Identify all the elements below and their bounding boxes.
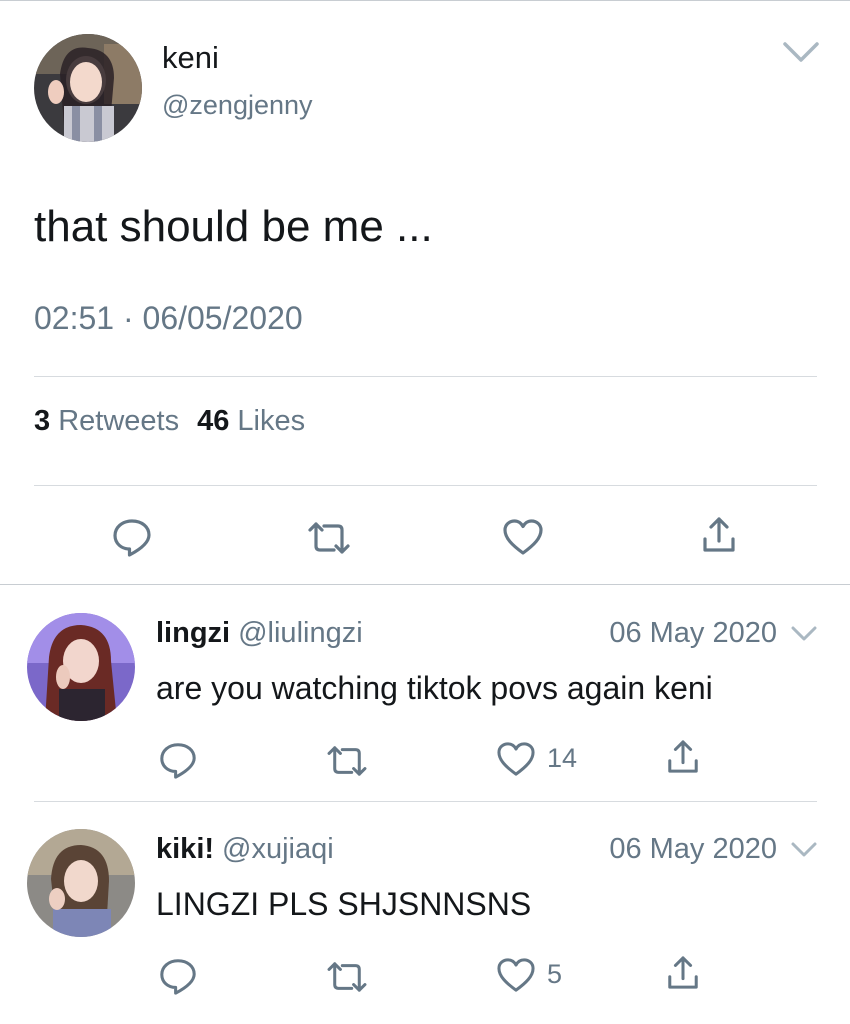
timestamp-separator: ·: [122, 300, 134, 336]
divider: [34, 376, 817, 377]
reply-icon[interactable]: [158, 956, 198, 996]
reply-date: 06 May 2020: [609, 833, 777, 865]
reply-author-name[interactable]: lingzi: [156, 617, 230, 649]
reply-date: 06 May 2020: [609, 617, 777, 649]
divider: [0, 584, 850, 585]
retweets-count: 3: [34, 405, 51, 437]
divider: [34, 801, 817, 802]
top-divider: [0, 0, 850, 1]
tweet-timestamp: 02:51 · 06/05/2020: [34, 300, 303, 337]
divider: [34, 485, 817, 486]
like-icon[interactable]: [496, 957, 536, 993]
reply-text: LINGZI PLS SHJSNNSNS: [156, 886, 532, 922]
reply-author-name[interactable]: kiki!: [156, 833, 214, 865]
like-icon[interactable]: [502, 518, 544, 556]
like-count: 14: [547, 743, 578, 773]
avatar[interactable]: [34, 34, 142, 142]
retweets-label: Retweets: [58, 405, 180, 437]
retweet-icon[interactable]: [306, 520, 352, 556]
author-name[interactable]: keni: [162, 40, 219, 76]
retweet-icon[interactable]: [325, 960, 369, 994]
author-handle[interactable]: @zengjenny: [162, 90, 313, 121]
tweet-stats: 3 Retweets 46 Likes: [34, 405, 305, 438]
avatar[interactable]: [27, 829, 135, 937]
reply-header: kiki! @xujiaqi: [156, 833, 334, 866]
reply-author-handle[interactable]: @xujiaqi: [222, 833, 334, 865]
reply-icon[interactable]: [111, 516, 153, 558]
avatar[interactable]: [27, 613, 135, 721]
like-icon[interactable]: [496, 741, 536, 777]
reply-icon[interactable]: [158, 740, 198, 780]
chevron-down-icon[interactable]: [790, 624, 818, 644]
chevron-down-icon[interactable]: [790, 840, 818, 860]
tweet-text: that should be me ...: [34, 202, 433, 251]
share-icon[interactable]: [666, 954, 700, 992]
likes-count: 46: [197, 405, 230, 437]
retweets-link[interactable]: 3 Retweets: [34, 405, 179, 437]
likes-link[interactable]: 46 Likes: [197, 405, 305, 437]
share-icon[interactable]: [701, 515, 737, 555]
share-icon[interactable]: [666, 738, 700, 776]
tweet-time: 02:51: [34, 300, 115, 336]
like-count: 5: [547, 959, 563, 989]
reply-author-handle[interactable]: @liulingzi: [238, 617, 363, 649]
chevron-down-icon[interactable]: [781, 38, 821, 66]
reply-header: lingzi @liulingzi: [156, 617, 363, 650]
reply-text: are you watching tiktok povs again keni: [156, 670, 713, 706]
retweet-icon[interactable]: [325, 744, 369, 778]
tweet-date: 06/05/2020: [142, 300, 303, 336]
likes-label: Likes: [237, 405, 306, 437]
